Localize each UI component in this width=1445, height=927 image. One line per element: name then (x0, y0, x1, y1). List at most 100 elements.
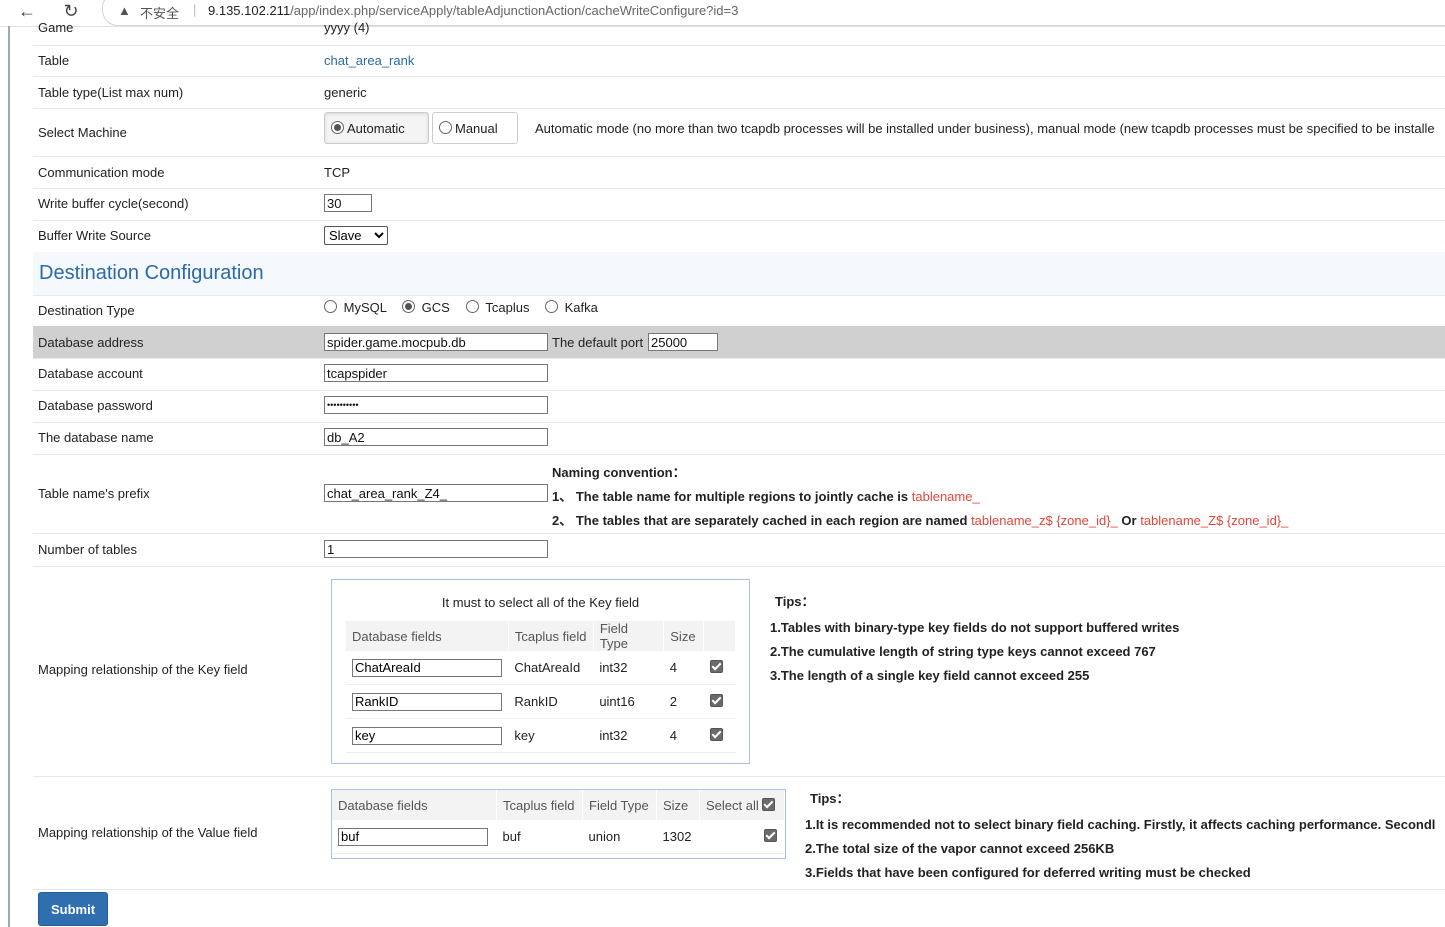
key-tcaplus-field: RankID (508, 684, 594, 719)
value-db-field-input[interactable] (338, 827, 488, 846)
key-tip-3: 3.The length of a single key field canno… (770, 668, 1090, 683)
table-link[interactable]: chat_area_rank (324, 53, 414, 68)
machine-manual-button[interactable]: Manual (432, 112, 518, 144)
machine-automatic-button[interactable]: Automatic (324, 112, 429, 144)
buffer-source-select[interactable]: Slave (324, 226, 388, 245)
num-tables-input[interactable] (324, 540, 548, 558)
key-field-type: int32 (593, 718, 664, 753)
db-name-label: The database name (38, 430, 154, 445)
key-field-checkbox[interactable] (709, 694, 723, 707)
naming-convention-title: Naming convention： (552, 465, 686, 480)
back-arrow-icon[interactable]: ← (14, 0, 40, 24)
value-mapping-label: Mapping relationship of the Value field (38, 825, 258, 840)
value-mapping-box: Database fields Tcaplus field Field Type… (331, 789, 786, 859)
col-field-type: Field Type (582, 790, 657, 820)
select-all-checkbox[interactable] (762, 797, 776, 811)
naming-rule-1: 1、 The table name for multiple regions t… (552, 486, 980, 505)
key-field-checkbox[interactable] (709, 728, 723, 741)
default-port-input[interactable] (648, 333, 718, 351)
select-machine-label: Select Machine (38, 125, 127, 140)
dest-gcs-option[interactable]: GCS (402, 300, 450, 315)
key-db-field-input[interactable] (352, 658, 502, 677)
tcaplus-radio[interactable] (466, 300, 479, 313)
table-prefix-label: Table name's prefix (38, 486, 150, 501)
key-db-field-input[interactable] (352, 692, 502, 711)
url-text[interactable]: 9.135.102.211/app/index.php/serviceApply… (208, 3, 738, 18)
manual-radio[interactable] (439, 121, 452, 134)
comm-mode-row: Communication mode TCP (33, 156, 1445, 189)
gcs-label: GCS (421, 300, 450, 315)
destination-section-header: Destination Configuration (33, 252, 1445, 296)
destination-section-title: Destination Configuration (39, 262, 264, 284)
key-tcaplus-field: ChatAreaId (508, 651, 594, 685)
buffer-source-row: Buffer Write Source Slave (33, 220, 1445, 253)
insecure-label[interactable]: 不安全 (140, 3, 179, 22)
dest-kafka-option[interactable]: Kafka (545, 300, 598, 315)
key-mapping-label: Mapping relationship of the Key field (38, 662, 248, 677)
db-password-row: Database password (33, 390, 1445, 423)
table-prefix-row: Table name's prefix Naming convention： 1… (33, 454, 1445, 534)
page-left-border (8, 26, 10, 927)
key-db-field-input[interactable] (352, 726, 502, 745)
select-all-header[interactable]: Select all (699, 790, 785, 820)
automatic-radio[interactable] (331, 121, 344, 134)
db-password-label: Database password (38, 398, 153, 413)
key-tcaplus-field: key (508, 718, 594, 753)
col-size: Size (663, 621, 705, 651)
table-prefix-input[interactable] (324, 484, 548, 502)
value-field-checkbox[interactable] (763, 829, 777, 842)
submit-button[interactable]: Submit (38, 892, 108, 926)
tcaplus-label: Tcaplus (485, 300, 530, 315)
automatic-label: Automatic (347, 121, 405, 136)
db-account-row: Database account (33, 358, 1445, 391)
key-field-type: int32 (593, 651, 664, 685)
table-row: Table chat_area_rank (33, 45, 1445, 77)
destination-type-label: Destination Type (38, 303, 135, 318)
value-tip-3: 3.Fields that have been configured for d… (805, 865, 1251, 880)
buffer-source-label: Buffer Write Source (38, 228, 151, 243)
key-field-size: 4 (663, 718, 704, 753)
dest-mysql-option[interactable]: MySQL (324, 300, 387, 315)
db-address-input[interactable] (324, 333, 548, 351)
db-address-label: Database address (38, 335, 144, 350)
col-database-fields: Database fields (332, 790, 497, 820)
write-cycle-row: Write buffer cycle(second) (33, 188, 1445, 221)
gcs-radio[interactable] (402, 300, 415, 313)
warning-triangle-icon[interactable]: ▲ (118, 3, 131, 18)
db-account-input[interactable] (324, 364, 548, 382)
key-mapping-table: Database fields Tcaplus field Field Type… (346, 621, 736, 753)
browser-toolbar: ← ↻ ▲ 不安全 | 9.135.102.211/app/index.php/… (0, 0, 1445, 27)
value-tip-2: 2.The total size of the vapor cannot exc… (805, 841, 1115, 856)
mysql-radio[interactable] (324, 300, 337, 313)
kafka-radio[interactable] (545, 300, 558, 313)
key-field-checkbox[interactable] (709, 660, 723, 673)
table-type-label: Table type(List max num) (38, 85, 184, 100)
url-host: 9.135.102.211 (208, 3, 291, 18)
db-name-input[interactable] (324, 428, 548, 446)
url-separator: | (193, 2, 197, 17)
table-type-row: Table type(List max num) generic (33, 76, 1445, 109)
destination-type-row: Destination Type MySQL GCS Tcaplus Kafka (33, 295, 1445, 327)
num-tables-row: Number of tables (33, 533, 1445, 567)
kafka-label: Kafka (564, 300, 598, 315)
value-tip-1: 1.It is recommended not to select binary… (805, 817, 1436, 832)
dest-tcaplus-option[interactable]: Tcaplus (466, 300, 529, 315)
db-password-input[interactable] (324, 396, 548, 414)
write-cycle-input[interactable] (324, 194, 372, 212)
value-field-size: 1302 (656, 820, 700, 854)
col-field-type: Field Type (593, 621, 665, 651)
table-row: buf union 1302 (332, 820, 785, 854)
db-address-row: Database address The default port (33, 326, 1445, 359)
col-check (703, 621, 736, 651)
machine-mode-note: Automatic mode (no more than two tcapdb … (535, 121, 1435, 136)
url-path: /app/index.php/serviceApply/tableAdjunct… (290, 3, 739, 18)
select-machine-row: Select Machine Automatic Manual Automati… (33, 108, 1445, 157)
naming-rule-2-text: 2、 The tables that are separately cached… (552, 513, 972, 528)
mysql-label: MySQL (343, 300, 387, 315)
value-table-header: Database fields Tcaplus field Field Type… (332, 790, 785, 820)
naming-rule-1-example: tablename_ (911, 489, 980, 504)
value-mapping-table: Database fields Tcaplus field Field Type… (332, 790, 785, 854)
table-row: key int32 4 (346, 718, 736, 753)
table-label: Table (38, 53, 70, 68)
db-account-label: Database account (38, 366, 143, 381)
